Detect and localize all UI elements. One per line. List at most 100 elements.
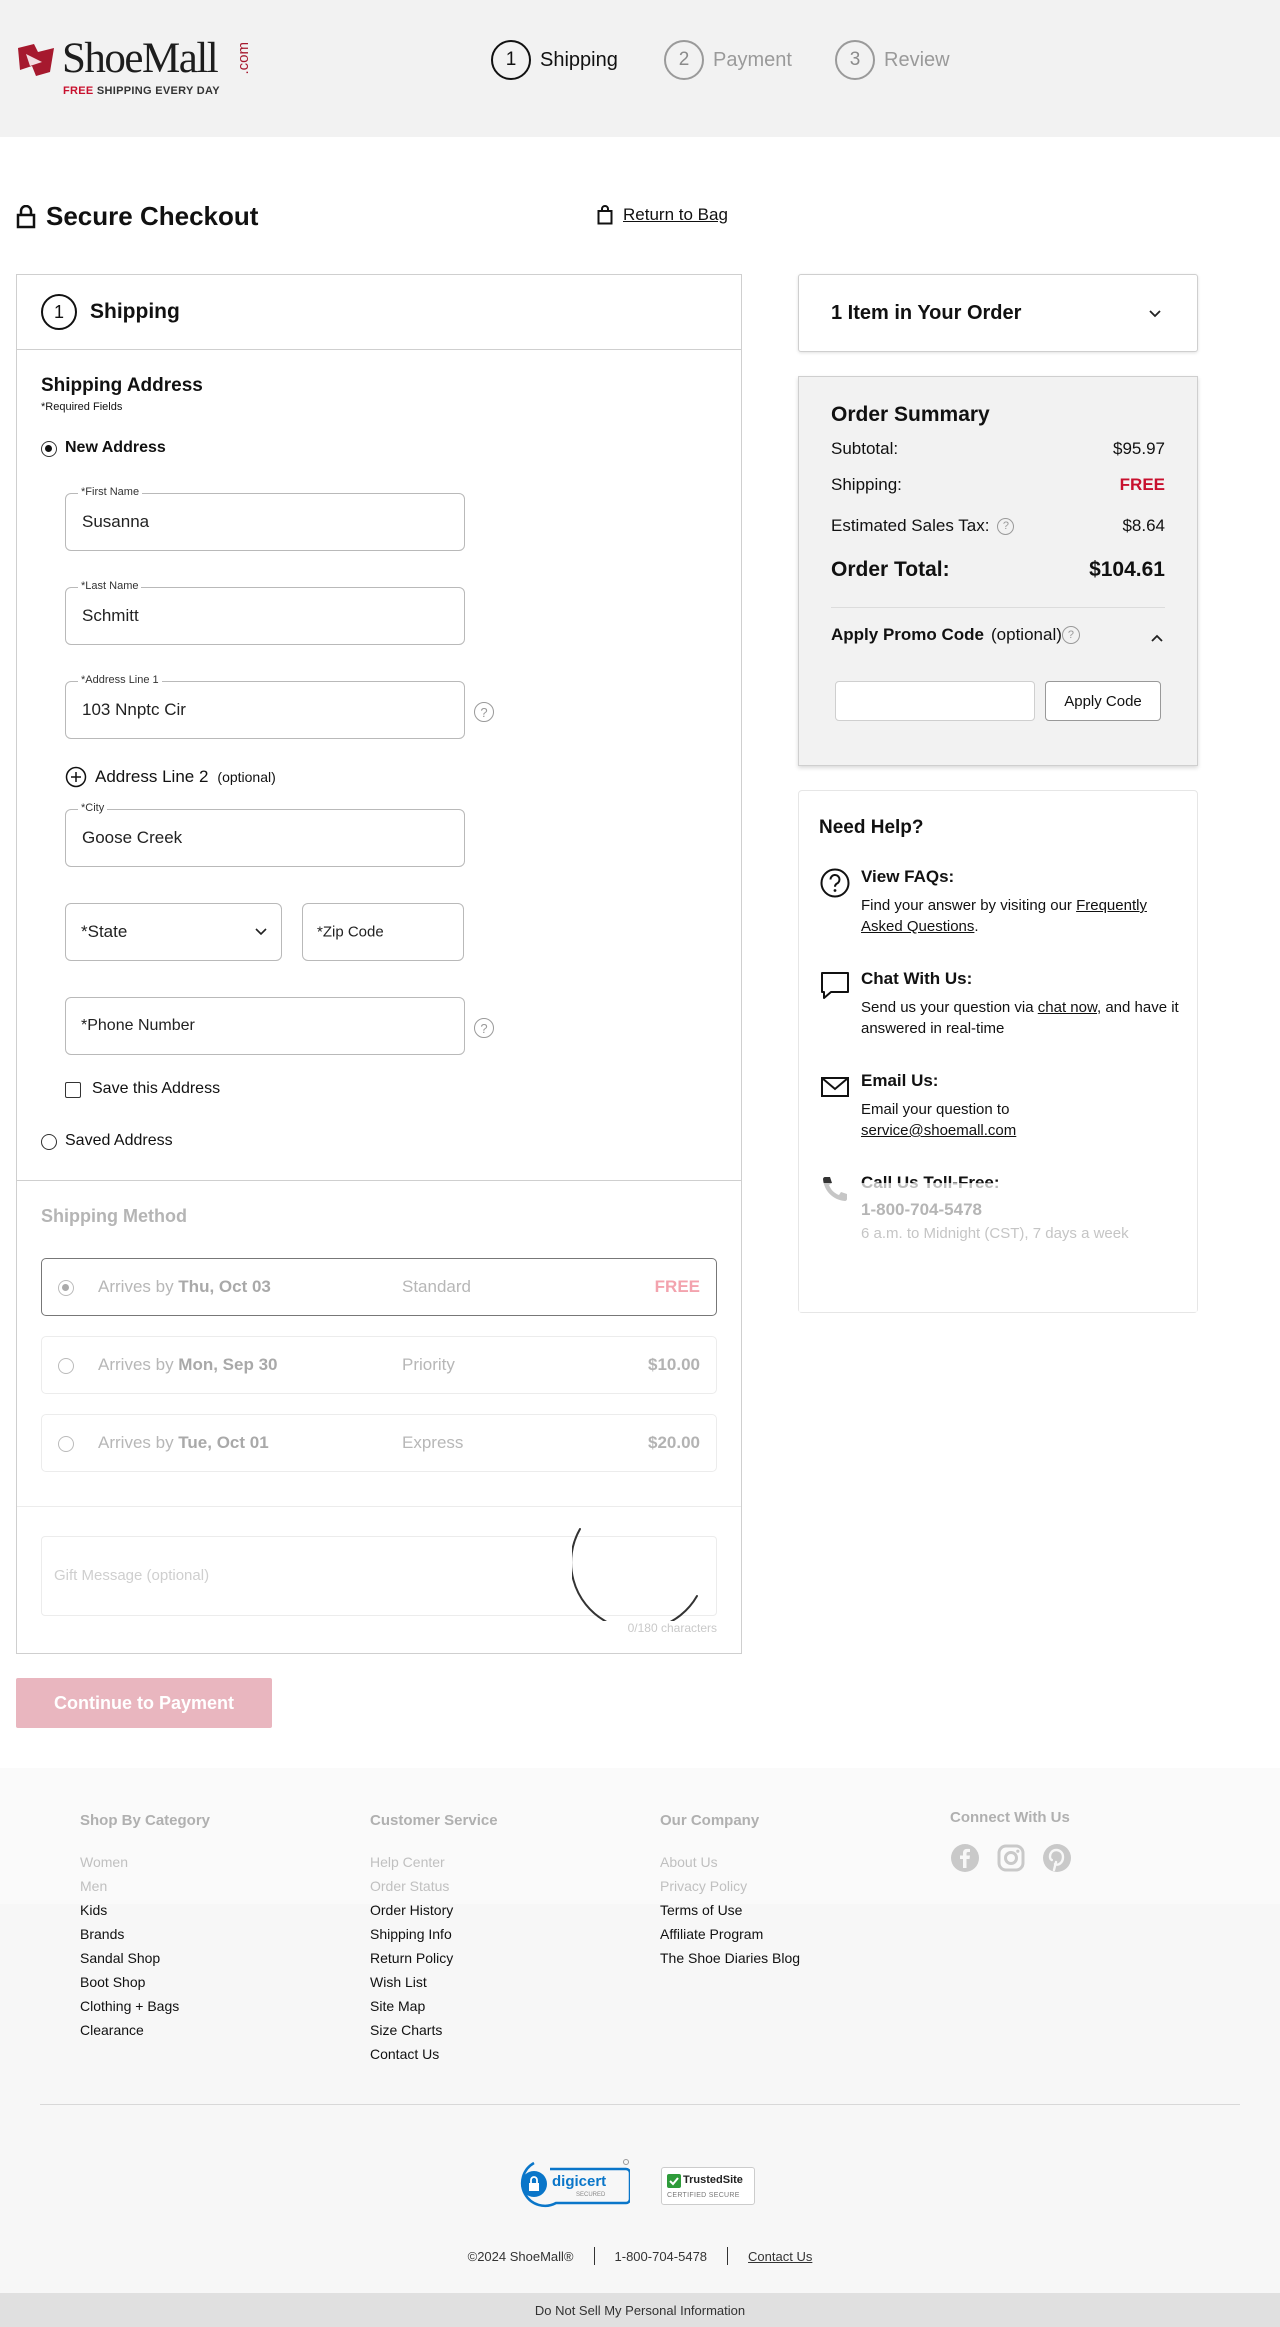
new-address-radio[interactable]	[41, 441, 57, 457]
check-shield-icon	[667, 2174, 681, 2188]
footer-link[interactable]: Size Charts	[370, 2018, 498, 2042]
step-payment: 2 Payment	[664, 40, 792, 80]
promo-help-icon[interactable]: ?	[1061, 626, 1080, 644]
zip-code-field[interactable]: *Zip Code	[302, 903, 464, 961]
site-header: ShoeMall .com FREE SHIPPING EVERY DAY 1 …	[0, 0, 1280, 137]
chevron-up-icon[interactable]	[1151, 634, 1163, 642]
footer-link[interactable]: Wish List	[370, 1970, 498, 1994]
tax-help-icon[interactable]: ?	[997, 517, 1015, 535]
saved-address-radio[interactable]	[41, 1134, 57, 1150]
chat-now-link[interactable]: chat now	[1038, 999, 1097, 1016]
step-review: 3 Review	[835, 40, 950, 80]
logo-wordmark: ShoeMall	[62, 35, 219, 82]
promo-code-toggle[interactable]: Apply Promo Code (optional) ?	[831, 625, 1080, 645]
copyright: ©2024 ShoeMall®	[467, 2248, 574, 2264]
footer-link[interactable]: Site Map	[370, 1994, 498, 2018]
digicert-wordmark: digicert	[552, 2173, 607, 2190]
last-name-field[interactable]: *Last Name Schmitt	[65, 580, 465, 645]
apply-code-button[interactable]: Apply Code	[1045, 681, 1161, 721]
shipping-value: FREE	[1119, 475, 1165, 494]
add-address-line2-button[interactable]: Address Line 2 (optional)	[65, 766, 276, 788]
footer-divider	[40, 2104, 1240, 2105]
summary-divider	[831, 607, 1165, 608]
city-field[interactable]: *City Goose Creek	[65, 802, 465, 867]
divider	[593, 2247, 595, 2265]
shipping-panel-header: 1 Shipping	[17, 275, 741, 350]
address-line1-field[interactable]: *Address Line 1 103 Nnptc Cir	[65, 674, 465, 739]
pinterest-icon[interactable]	[1042, 1843, 1072, 1873]
trustedsite-badge[interactable]: TrustedSite CERTIFIED SECURE	[661, 2167, 755, 2205]
state-select[interactable]: *State	[65, 903, 282, 961]
return-to-bag-link[interactable]: Return to Bag	[597, 205, 728, 225]
footer-link[interactable]: Boot Shop	[80, 1970, 210, 1994]
shipping-method-section: Shipping Method Arrives by Thu, Oct 03 S…	[17, 1180, 741, 1655]
option-type: Express	[402, 1433, 464, 1452]
footer-link[interactable]: The Shoe Diaries Blog	[660, 1946, 800, 1970]
step-label: Review	[884, 48, 950, 71]
option-type: Standard	[402, 1277, 471, 1296]
field-value: Susanna	[82, 512, 150, 531]
footer-link[interactable]: Help Center	[370, 1850, 498, 1874]
phone-number[interactable]: 1-800-704-5478	[861, 1200, 982, 1220]
email-text: Email your question to service@shoemall.c…	[861, 1101, 1017, 1139]
email-link[interactable]: service@shoemall.com	[861, 1122, 1016, 1139]
divider	[727, 2247, 729, 2265]
shipping-option-priority[interactable]: Arrives by Mon, Sep 30 Priority $10.00	[41, 1336, 717, 1394]
total-label: Order Total:	[831, 558, 950, 581]
continue-to-payment-button[interactable]: Continue to Payment	[16, 1678, 272, 1728]
footer-link[interactable]: Shipping Info	[370, 1922, 498, 1946]
gift-character-counter: 0/180 characters	[627, 1621, 717, 1635]
footer-link[interactable]: Order History	[370, 1898, 498, 1922]
digicert-badge[interactable]: digicert SECURED	[514, 2159, 630, 2209]
footer-link[interactable]: Return Policy	[370, 1946, 498, 1970]
option-type: Priority	[402, 1355, 455, 1374]
footer-link[interactable]: Women	[80, 1850, 210, 1874]
footer-link[interactable]: Men	[80, 1874, 210, 1898]
shipping-option-standard[interactable]: Arrives by Thu, Oct 03 Standard FREE	[41, 1258, 717, 1316]
loading-spinner-icon	[572, 1528, 698, 1621]
footer-col-social: Connect With Us	[950, 1809, 1072, 1873]
subtotal-label: Subtotal:	[831, 439, 899, 458]
footer-link[interactable]: Clearance	[80, 2018, 210, 2042]
address-line2-label: Address Line 2	[95, 767, 209, 786]
facebook-icon[interactable]	[950, 1843, 980, 1873]
address-help-icon[interactable]: ?	[474, 702, 494, 722]
do-not-sell-link[interactable]: Do Not Sell My Personal Information	[535, 2303, 745, 2318]
footer-col-shop: Shop By Category Women Men Kids Brands S…	[80, 1812, 210, 2042]
order-total-row: Order Total: $104.61	[831, 558, 1165, 582]
footer-phone[interactable]: 1-800-704-5478	[615, 2249, 708, 2264]
field-label: *Last Name	[78, 580, 142, 592]
footer-link[interactable]: Sandal Shop	[80, 1946, 210, 1970]
phone-help-icon[interactable]: ?	[474, 1018, 494, 1038]
field-value: 103 Nnptc Cir	[82, 700, 186, 719]
footer-link[interactable]: Privacy Policy	[660, 1874, 800, 1898]
envelope-icon	[821, 1077, 849, 1097]
shoemall-logo[interactable]: ShoeMall .com FREE SHIPPING EVERY DAY	[16, 35, 256, 100]
chat-text: Send us your question via chat now, and …	[861, 999, 1179, 1037]
order-items-toggle[interactable]: 1 Item in Your Order	[798, 274, 1198, 352]
phone-number-field[interactable]: *Phone Number	[65, 997, 465, 1055]
step-number: 3	[835, 40, 875, 80]
shipping-option-express[interactable]: Arrives by Tue, Oct 01 Express $20.00	[41, 1414, 717, 1472]
field-value: Schmitt	[82, 606, 139, 625]
footer-contact-link[interactable]: Contact Us	[748, 2249, 812, 2264]
arrival-text: Arrives by Tue, Oct 01	[98, 1433, 269, 1452]
footer-link[interactable]: About Us	[660, 1850, 800, 1874]
promo-code-input[interactable]	[835, 681, 1035, 721]
footer-link[interactable]: Kids	[80, 1898, 210, 1922]
footer-link[interactable]: Clothing + Bags	[80, 1994, 210, 2018]
need-help-panel: Need Help? View FAQs: Find your answer b…	[798, 790, 1198, 1313]
footer-link[interactable]: Contact Us	[370, 2042, 498, 2066]
step-shipping: 1 Shipping	[491, 40, 618, 80]
footer-link[interactable]: Brands	[80, 1922, 210, 1946]
footer-link[interactable]: Terms of Use	[660, 1898, 800, 1922]
loading-overlay	[799, 1183, 1197, 1312]
footer-link[interactable]: Order Status	[370, 1874, 498, 1898]
save-address-checkbox[interactable]	[65, 1082, 81, 1098]
first-name-field[interactable]: *First Name Susanna	[65, 486, 465, 551]
order-summary: Order Summary Subtotal: $95.97 Shipping:…	[798, 376, 1198, 766]
do-not-sell-bar: Do Not Sell My Personal Information	[0, 2293, 1280, 2327]
instagram-icon[interactable]	[996, 1843, 1026, 1873]
trustedsite-certified: CERTIFIED SECURE	[667, 2192, 740, 2199]
footer-link[interactable]: Affiliate Program	[660, 1922, 800, 1946]
